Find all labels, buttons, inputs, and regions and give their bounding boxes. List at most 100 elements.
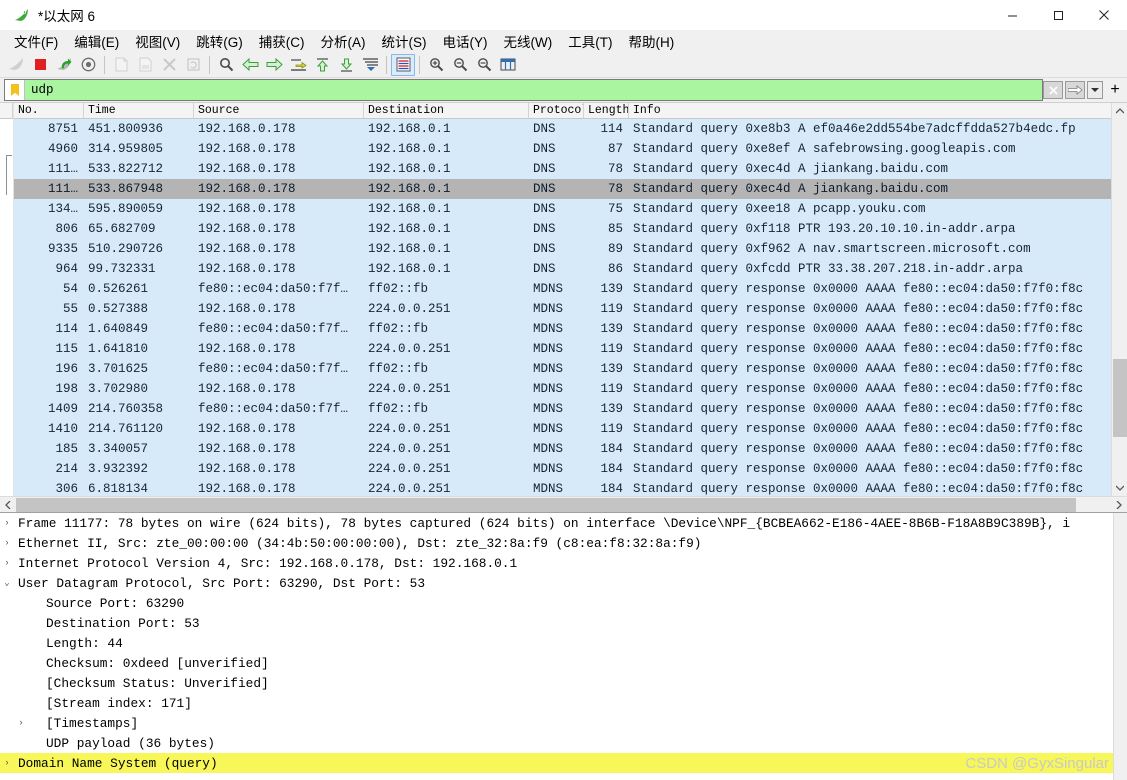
scroll-right-icon[interactable] — [1111, 497, 1127, 513]
detail-stream-index[interactable]: [Stream index: 171] — [0, 693, 1127, 713]
menu-telephony[interactable]: 电话(Y) — [435, 29, 496, 53]
start-capture-icon[interactable] — [4, 54, 28, 76]
go-to-first-icon[interactable] — [310, 54, 334, 76]
packet-row[interactable]: 214 3.932392 192.168.0.178 224.0.0.251 MDNS 1… — [14, 459, 1111, 479]
packet-row[interactable]: 1410 214.761120 192.168.0.178 224.0.0.251 MD… — [14, 419, 1111, 439]
packet-row[interactable]: 196 3.701625 fe80::ec04:da50:f7f… ff02::fb M… — [14, 359, 1111, 379]
packet-row[interactable]: 8751 451.800936 192.168.0.178 192.168.0.1 DN… — [14, 119, 1111, 139]
packet-row[interactable]: 134… 595.890059 192.168.0.178 192.168.0.1 DN… — [14, 199, 1111, 219]
detail-dns[interactable]: › Domain Name System (query) — [0, 753, 1127, 773]
packet-row[interactable]: 185 3.340057 192.168.0.178 224.0.0.251 MDNS 1… — [14, 439, 1111, 459]
packet-row[interactable]: 1409 214.760358 fe80::ec04:da50:f7f… ff02::… — [14, 399, 1111, 419]
chevron-right-icon[interactable]: › — [0, 758, 14, 768]
maximize-button[interactable] — [1035, 0, 1081, 30]
vertical-scroll-thumb[interactable] — [1112, 359, 1127, 437]
detail-checksum-status[interactable]: [Checksum Status: Unverified] — [0, 673, 1127, 693]
open-file-icon[interactable] — [109, 54, 133, 76]
zoom-out-icon[interactable] — [448, 54, 472, 76]
close-button[interactable] — [1081, 0, 1127, 30]
menu-analyze[interactable]: 分析(A) — [313, 29, 374, 53]
scroll-up-icon[interactable] — [1112, 103, 1127, 119]
zoom-reset-icon[interactable] — [472, 54, 496, 76]
column-source[interactable]: Source — [194, 103, 364, 118]
packet-list-horizontal-scrollbar[interactable] — [0, 496, 1127, 512]
packet-row-dst: 192.168.0.1 — [368, 222, 451, 236]
restart-capture-icon[interactable] — [52, 54, 76, 76]
detail-ethernet[interactable]: › Ethernet II, Src: zte_00:00:00 (34:4b:5… — [0, 533, 1127, 553]
stop-capture-icon[interactable] — [28, 54, 52, 76]
packet-row[interactable]: 111… 533.822712 192.168.0.178 192.168.0.1 DN… — [14, 159, 1111, 179]
reload-file-icon[interactable] — [181, 54, 205, 76]
packet-row[interactable]: 115 1.641810 192.168.0.178 224.0.0.251 MDNS 1… — [14, 339, 1111, 359]
packet-row-src: 192.168.0.178 — [198, 462, 296, 476]
horizontal-scroll-thumb[interactable] — [16, 497, 1076, 512]
menu-tools[interactable]: 工具(T) — [560, 29, 620, 53]
menu-help[interactable]: 帮助(H) — [620, 29, 682, 53]
column-destination[interactable]: Destination — [364, 103, 529, 118]
add-filter-button[interactable]: + — [1105, 79, 1125, 101]
packet-row[interactable]: 806 65.682709 192.168.0.178 192.168.0.1 DNS 8… — [14, 219, 1111, 239]
menu-file[interactable]: 文件(F) — [6, 29, 66, 53]
bookmark-icon[interactable] — [5, 80, 25, 100]
minimize-button[interactable] — [989, 0, 1035, 30]
detail-length[interactable]: Length: 44 — [0, 633, 1127, 653]
go-forward-icon[interactable] — [262, 54, 286, 76]
detail-vertical-scrollbar[interactable] — [1113, 513, 1127, 780]
detail-destination-port[interactable]: Destination Port: 53 — [0, 613, 1127, 633]
find-packet-icon[interactable] — [214, 54, 238, 76]
autoscroll-icon[interactable] — [358, 54, 382, 76]
packet-list-vertical-scrollbar[interactable] — [1111, 103, 1127, 496]
chevron-down-icon[interactable]: ⌄ — [0, 578, 14, 588]
column-time[interactable]: Time — [84, 103, 194, 118]
detail-ipv4[interactable]: › Internet Protocol Version 4, Src: 192.1… — [0, 553, 1127, 573]
detail-source-port[interactable]: Source Port: 63290 — [0, 593, 1127, 613]
scroll-down-icon[interactable] — [1112, 480, 1127, 496]
detail-timestamps[interactable]: › [Timestamps] — [0, 713, 1127, 733]
go-to-packet-icon[interactable] — [286, 54, 310, 76]
packet-row[interactable]: 306 6.818134 192.168.0.178 224.0.0.251 MDNS 1… — [14, 479, 1111, 496]
filter-clear-button[interactable] — [1043, 81, 1063, 99]
packet-row[interactable]: 111… 533.867948 192.168.0.178 192.168.0.1 DN… — [14, 179, 1111, 199]
chevron-right-icon[interactable]: › — [0, 518, 14, 528]
packet-row[interactable]: 54 0.526261 fe80::ec04:da50:f7f… ff02::fb MD… — [14, 279, 1111, 299]
chevron-down-icon[interactable] — [1087, 81, 1103, 99]
zoom-in-icon[interactable] — [424, 54, 448, 76]
column-info[interactable]: Info — [629, 103, 1111, 118]
detail-checksum[interactable]: Checksum: 0xdeed [unverified] — [0, 653, 1127, 673]
packet-row[interactable]: 114 1.640849 fe80::ec04:da50:f7f… ff02::fb M… — [14, 319, 1111, 339]
menu-go[interactable]: 跳转(G) — [188, 29, 251, 53]
column-protocol[interactable]: Protocol — [529, 103, 584, 118]
menu-view[interactable]: 视图(V) — [127, 29, 188, 53]
horizontal-scroll-track[interactable] — [16, 497, 1111, 513]
filter-input-container[interactable] — [4, 79, 1043, 101]
packet-row[interactable]: 55 0.527388 192.168.0.178 224.0.0.251 MDNS 11… — [14, 299, 1111, 319]
go-to-last-icon[interactable] — [334, 54, 358, 76]
detail-udp[interactable]: ⌄ User Datagram Protocol, Src Port: 63290… — [0, 573, 1127, 593]
scroll-left-icon[interactable] — [0, 497, 16, 513]
packet-row[interactable]: 9335 510.290726 192.168.0.178 192.168.0.1 DN… — [14, 239, 1111, 259]
packet-row[interactable]: 198 3.702980 192.168.0.178 224.0.0.251 MDNS 1… — [14, 379, 1111, 399]
filter-apply-button[interactable] — [1065, 81, 1085, 99]
packet-row[interactable]: 4960 314.959805 192.168.0.178 192.168.0.1 DN… — [14, 139, 1111, 159]
detail-frame[interactable]: › Frame 11177: 78 bytes on wire (624 bits… — [0, 513, 1127, 533]
menu-edit[interactable]: 编辑(E) — [66, 29, 127, 53]
chevron-right-icon[interactable]: › — [0, 558, 14, 568]
display-filter-input[interactable] — [25, 82, 1042, 98]
capture-options-icon[interactable] — [76, 54, 100, 76]
column-no[interactable]: No. — [14, 103, 84, 118]
menu-bar: 文件(F) 编辑(E) 视图(V) 跳转(G) 捕获(C) 分析(A) 统计(S… — [0, 30, 1127, 52]
chevron-right-icon[interactable]: › — [0, 538, 14, 548]
resize-columns-icon[interactable] — [496, 54, 520, 76]
close-file-icon[interactable] — [157, 54, 181, 76]
menu-wireless[interactable]: 无线(W) — [496, 29, 561, 53]
chevron-right-icon[interactable]: › — [14, 718, 28, 728]
packet-row[interactable]: 964 99.732331 192.168.0.178 192.168.0.1 DNS 8… — [14, 259, 1111, 279]
column-length[interactable]: Length — [584, 103, 629, 118]
detail-udp-payload[interactable]: UDP payload (36 bytes) — [0, 733, 1127, 753]
menu-statistics[interactable]: 统计(S) — [374, 29, 435, 53]
save-file-icon[interactable] — [133, 54, 157, 76]
vertical-scroll-track[interactable] — [1112, 119, 1127, 480]
colorize-packets-icon[interactable] — [391, 53, 415, 76]
menu-capture[interactable]: 捕获(C) — [251, 29, 313, 53]
go-back-icon[interactable] — [238, 54, 262, 76]
